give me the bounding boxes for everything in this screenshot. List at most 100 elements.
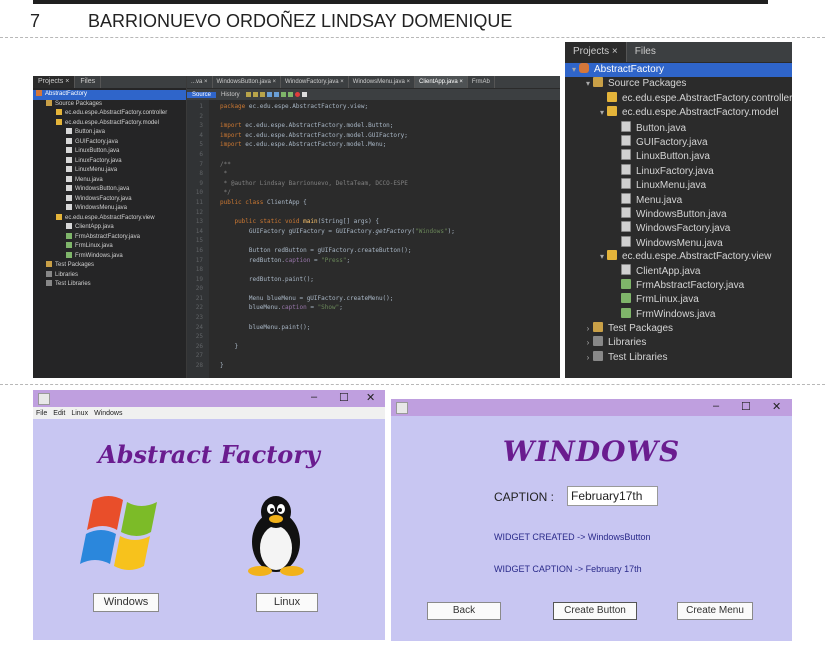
stop-icon[interactable] (301, 92, 307, 97)
ide-tree-item[interactable]: Button.java (33, 128, 186, 138)
expand-toggle-icon[interactable]: › (583, 336, 593, 350)
back-button[interactable]: Back (427, 602, 501, 620)
toolbar-icon[interactable] (252, 92, 258, 97)
ide-tree-item[interactable]: WindowsFactory.java (33, 194, 186, 205)
ide-tree-item[interactable]: ec.edu.espe.AbstractFactory.view (33, 213, 186, 224)
menu-windows[interactable]: Windows (91, 410, 125, 417)
editor-tab[interactable]: ...va × (187, 76, 213, 88)
ide-tree-item[interactable]: FrmAbstractFactory.java (33, 232, 186, 243)
java-file-icon (66, 251, 72, 258)
source-tab[interactable]: Source (187, 91, 217, 98)
ide-tree-item[interactable]: ec.edu.espe.AbstractFactory.model (33, 118, 186, 129)
line-number: 22 (195, 304, 203, 312)
editor-tab[interactable]: ClientApp.java × (415, 76, 468, 88)
project-tree-item[interactable]: Button.java (565, 120, 792, 135)
minimize-button[interactable]: – (713, 400, 719, 412)
toolbar-icon[interactable] (259, 92, 265, 97)
project-tree-item[interactable]: › Test Packages (565, 322, 792, 336)
ide-tree-label: ec.edu.espe.AbstractFactory.controller (65, 110, 168, 116)
project-tree-item[interactable]: ClientApp.java (565, 264, 792, 278)
project-tree-item[interactable]: LinuxFactory.java (565, 163, 792, 178)
project-tree-item[interactable]: FrmLinux.java (565, 293, 792, 307)
ide-tree-item[interactable]: WindowsMenu.java (33, 204, 186, 214)
expand-toggle-icon[interactable]: › (583, 322, 593, 336)
project-tree-item[interactable]: ▾ ec.edu.espe.AbstractFactory.view (565, 250, 792, 264)
caption-label: CAPTION : (494, 490, 555, 504)
close-button[interactable]: ✕ (772, 400, 781, 413)
ide-tree-item[interactable]: FrmLinux.java (33, 242, 186, 252)
ide-tree-item[interactable]: GUIFactory.java (33, 137, 186, 148)
create-button-button[interactable]: Create Button (553, 602, 637, 620)
line-number: 2 (199, 112, 203, 120)
editor-tab[interactable]: WindowsMenu.java × (349, 76, 415, 88)
ide-tree-item[interactable]: Test Libraries (33, 280, 186, 290)
expand-toggle-icon[interactable]: ▾ (597, 106, 607, 120)
ide-tree-item[interactable]: AbstractFactory (33, 90, 186, 100)
java-file-icon (66, 223, 72, 229)
project-tree-item[interactable]: ▾ Source Packages (565, 77, 792, 91)
project-tree-item[interactable]: ec.edu.espe.AbstractFactory.controller (565, 91, 792, 106)
project-tree-item[interactable]: WindowsMenu.java (565, 235, 792, 250)
expand-toggle-icon[interactable]: ▾ (569, 63, 579, 77)
close-button[interactable]: ✕ (366, 391, 375, 404)
project-tree-item[interactable]: LinuxMenu.java (565, 178, 792, 192)
folder-icon (593, 77, 603, 88)
tab-files[interactable]: Files (627, 42, 664, 62)
ide-tree-item[interactable]: LinuxMenu.java (33, 166, 186, 176)
menu-file[interactable]: File (33, 410, 50, 417)
linux-button[interactable]: Linux (256, 593, 318, 612)
editor-tab[interactable]: WindowsButton.java × (213, 76, 282, 88)
ide-tree-item[interactable]: LinuxFactory.java (33, 156, 186, 167)
expand-toggle-icon[interactable]: ▾ (597, 250, 607, 264)
ide-tree-item[interactable]: FrmWindows.java (33, 251, 186, 262)
project-tree-item[interactable]: FrmAbstractFactory.java (565, 278, 792, 293)
windows-button[interactable]: Windows (93, 593, 159, 612)
toolbar-icon[interactable] (280, 92, 286, 97)
project-tree-item[interactable]: Menu.java (565, 192, 792, 207)
create-menu-button[interactable]: Create Menu (677, 602, 753, 620)
menu-linux[interactable]: Linux (68, 410, 91, 417)
toolbar-icon[interactable] (245, 92, 251, 97)
project-tree-item[interactable]: GUIFactory.java (565, 134, 792, 149)
project-tree-item[interactable]: › Libraries (565, 336, 792, 350)
maximize-button[interactable]: ☐ (741, 400, 751, 413)
project-tree-item[interactable]: WindowsFactory.java (565, 221, 792, 235)
project-tree-label: Test Libraries (608, 351, 668, 363)
editor-tab[interactable]: WindowFactory.java × (281, 76, 349, 88)
project-tree-item[interactable]: FrmWindows.java (565, 307, 792, 322)
tab-projects[interactable]: Projects × (33, 76, 76, 88)
minimize-button[interactable]: – (311, 391, 317, 403)
project-tree-item[interactable]: ▾ AbstractFactory (565, 63, 792, 78)
ide-tree-item[interactable]: ec.edu.espe.AbstractFactory.controller (33, 109, 186, 119)
ide-tree-item[interactable]: Menu.java (33, 175, 186, 186)
code-line: 24 blueMenu.paint(); (187, 323, 560, 333)
maximize-button[interactable]: ☐ (339, 391, 349, 404)
history-tab[interactable]: History (216, 92, 245, 98)
expand-toggle-icon[interactable]: › (583, 351, 593, 365)
tab-projects[interactable]: Projects × (565, 42, 627, 62)
ide-tree-item[interactable]: ClientApp.java (33, 223, 186, 233)
editor-tab[interactable]: FrmAb (468, 76, 495, 88)
tab-files[interactable]: Files (75, 76, 102, 88)
toolbar-icon[interactable] (287, 92, 293, 97)
ide-tree-item[interactable]: Source Packages (33, 99, 186, 110)
code-area[interactable]: 1 package ec.edu.espe.AbstractFactory.vie… (187, 100, 560, 378)
toolbar-icon[interactable] (273, 92, 279, 97)
line-number: 8 (199, 170, 203, 178)
caption-input[interactable]: February17th (567, 486, 658, 506)
project-tree-item[interactable]: › Test Libraries (565, 350, 792, 365)
project-tree-item[interactable]: LinuxButton.java (565, 149, 792, 163)
code-text: Menu blueMenu = gUIFactory.createMenu(); (220, 294, 394, 302)
project-tree-item[interactable]: WindowsButton.java (565, 206, 792, 221)
project-tree-item[interactable]: ▾ ec.edu.espe.AbstractFactory.model (565, 106, 792, 120)
record-icon[interactable] (294, 92, 300, 97)
expand-toggle-icon[interactable]: ▾ (583, 77, 593, 91)
ide-tree-item[interactable]: Libraries (33, 270, 186, 281)
menu-edit[interactable]: Edit (50, 410, 68, 417)
ide-tree-item[interactable]: WindowsButton.java (33, 185, 186, 195)
toolbar-icon[interactable] (266, 92, 272, 97)
ide-tree-label: Menu.java (75, 176, 103, 183)
ide-tree-item[interactable]: LinuxButton.java (33, 147, 186, 157)
code-line: 7 /** (187, 160, 560, 170)
ide-tree-item[interactable]: Test Packages (33, 261, 186, 271)
